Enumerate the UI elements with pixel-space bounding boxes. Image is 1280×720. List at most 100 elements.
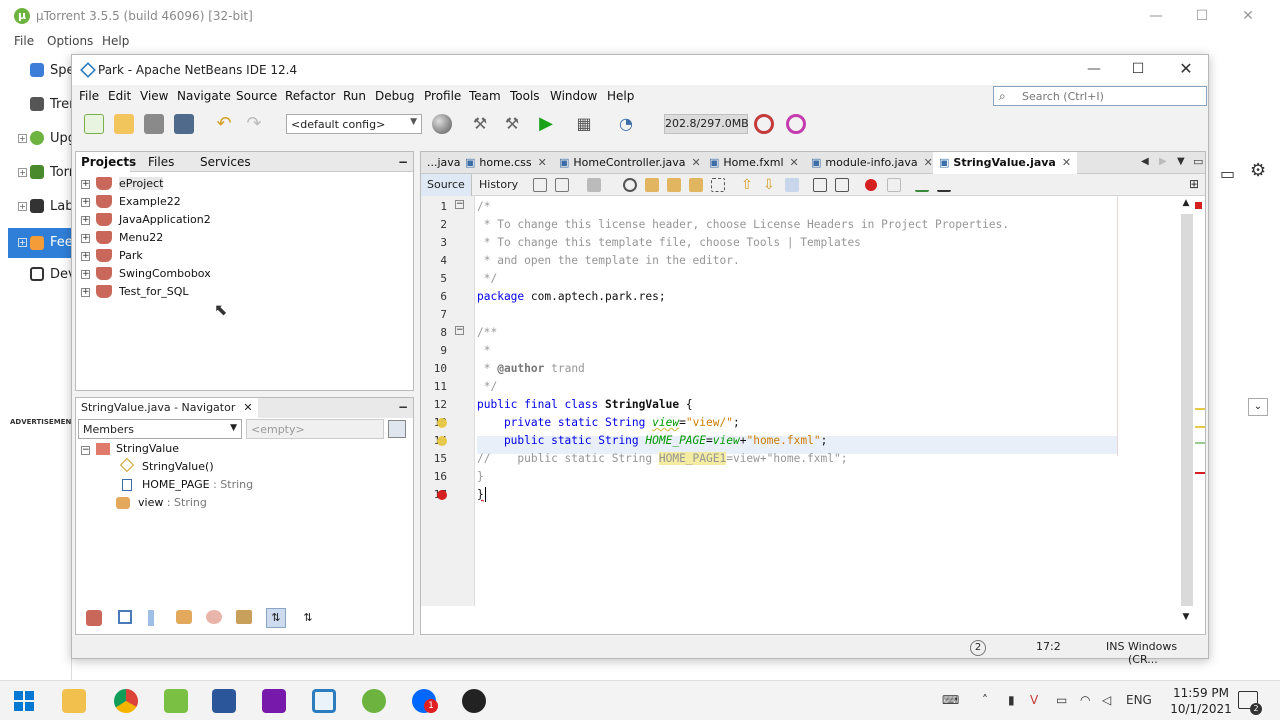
find-previous-icon[interactable] [645, 178, 659, 192]
forward-icon[interactable] [587, 178, 601, 192]
navigator-options-icon[interactable] [388, 420, 406, 438]
warning-hint-icon[interactable] [437, 436, 447, 446]
expand-icon[interactable]: + [81, 252, 90, 261]
sort-alpha-icon[interactable]: ⇅ [266, 608, 286, 628]
app-icon[interactable] [164, 689, 188, 713]
tab-module-info[interactable]: ▣ module-info.java ✕ [811, 152, 933, 174]
expand-icon[interactable]: + [81, 288, 90, 297]
debug-icon[interactable]: ▦ [574, 114, 594, 134]
fold-icon[interactable]: − [455, 200, 464, 209]
navigator-filter-select[interactable]: Members ▼ [78, 419, 242, 439]
clock[interactable]: 11:59 PM 10/1/2021 [1166, 685, 1236, 717]
expand-icon[interactable]: + [18, 238, 27, 247]
expand-icon[interactable]: + [18, 168, 27, 177]
tab-home-css[interactable]: ▣ home.css ✕ [465, 152, 547, 174]
menu-source[interactable]: Source [236, 89, 277, 103]
windows-start-icon[interactable] [14, 691, 34, 711]
utorrent-sidebar-item-feeds[interactable]: + Fee [8, 228, 73, 258]
line-ending[interactable]: Windows (CR... [1128, 640, 1208, 666]
maximize-icon[interactable]: ☐ [1126, 59, 1150, 79]
menu-profile[interactable]: Profile [424, 89, 461, 103]
toggle-highlight-icon[interactable] [711, 178, 725, 192]
utorrent-menu-options[interactable]: Options [47, 34, 93, 48]
scroll-right-icon[interactable]: ▶ [1159, 156, 1167, 167]
netbeans-taskbar-icon[interactable] [312, 689, 336, 713]
wifi-icon[interactable]: ◠ [1080, 693, 1090, 707]
volume-icon[interactable]: ◁ [1102, 693, 1111, 707]
minimize-icon[interactable]: — [1082, 59, 1106, 79]
close-icon[interactable]: ✕ [790, 156, 799, 169]
browser-icon[interactable] [432, 114, 452, 134]
comment-icon[interactable] [915, 178, 929, 192]
close-icon[interactable]: ✕ [538, 156, 547, 169]
sort-source-icon[interactable]: ⇅ [298, 608, 318, 628]
change-mark[interactable] [1195, 442, 1205, 444]
split-icon[interactable]: ⊞ [1189, 177, 1199, 191]
utorrent-menu-file[interactable]: File [14, 34, 34, 48]
find-selection-icon[interactable] [689, 178, 703, 192]
gc-icon[interactable] [754, 114, 774, 134]
menu-refactor[interactable]: Refactor [285, 89, 335, 103]
menu-window[interactable]: Window [550, 89, 597, 103]
toggle-bookmark-icon[interactable] [785, 178, 799, 192]
navigator-root[interactable]: − StringValue [81, 442, 179, 460]
utorrent-sidebar-item[interactable]: Dev [8, 264, 76, 286]
redo-icon[interactable]: ↷ [244, 114, 264, 134]
close-icon[interactable]: ✕ [1062, 156, 1071, 169]
utorrent-sidebar-item[interactable]: + Torr [8, 162, 74, 184]
find-next-icon[interactable] [667, 178, 681, 192]
close-icon[interactable]: ✕ [1174, 59, 1198, 79]
tab-files[interactable]: Files [148, 152, 174, 172]
menu-navigate[interactable]: Navigate [177, 89, 231, 103]
utorrent-sidebar-item[interactable]: Spe [8, 60, 75, 82]
editor-vertical-scrollbar[interactable]: ▲ ▼ [1179, 196, 1195, 622]
tab-home-fxml[interactable]: ▣ Home.fxml ✕ [709, 152, 799, 174]
menu-debug[interactable]: Debug [375, 89, 414, 103]
obs-icon[interactable] [462, 689, 486, 713]
previous-bookmark-icon[interactable]: ⇧ [741, 178, 755, 192]
expand-icon[interactable]: + [81, 198, 90, 207]
navigator-member[interactable]: StringValue() [119, 457, 214, 478]
new-file-icon[interactable] [84, 114, 104, 134]
utorrent-taskbar-icon[interactable] [362, 689, 386, 713]
close-icon[interactable]: ✕ [1236, 6, 1260, 26]
clean-build-icon[interactable]: ⚒ [502, 114, 522, 134]
keyboard-icon[interactable]: ⌨ [942, 693, 959, 707]
maximize-icon[interactable]: ☐ [1190, 6, 1214, 26]
tab-source[interactable]: Source [421, 174, 472, 196]
battery-icon[interactable]: ▭ [1056, 693, 1067, 707]
chrome-icon[interactable] [114, 689, 138, 713]
tab-stringvalue-java[interactable]: ▣ StringValue.java ✕ [933, 152, 1078, 174]
last-edit-icon[interactable] [533, 178, 547, 192]
uncomment-icon[interactable] [937, 178, 951, 192]
scrollbar-thumb[interactable] [1181, 214, 1193, 606]
tab-list-icon[interactable]: ▼ [1177, 156, 1185, 167]
menu-team[interactable]: Team [469, 89, 501, 103]
search-input[interactable]: ⌕ Search (Ctrl+I) [993, 86, 1207, 106]
navigator-member[interactable]: HOME_PAGE : String [122, 478, 253, 496]
utorrent-menu-help[interactable]: Help [102, 34, 129, 48]
new-project-icon[interactable] [114, 114, 134, 134]
word-icon[interactable] [212, 689, 236, 713]
expand-icon[interactable]: + [81, 216, 90, 225]
navigator-filter2-select[interactable]: <empty> [246, 419, 384, 439]
open-project-icon[interactable] [144, 114, 164, 134]
profile-icon[interactable]: ◔ [616, 114, 636, 134]
close-icon[interactable]: ✕ [243, 401, 252, 414]
save-all-icon[interactable] [174, 114, 194, 134]
find-icon[interactable] [623, 178, 637, 192]
navigator-member[interactable]: view : String [116, 496, 207, 514]
antivirus-icon[interactable]: V [1030, 693, 1038, 707]
minimize-panel-icon[interactable]: − [398, 152, 408, 172]
expand-icon[interactable]: + [81, 180, 90, 189]
close-icon[interactable]: ✕ [692, 156, 701, 169]
code-area[interactable]: /* * To change this license header, choo… [477, 196, 1167, 606]
utorrent-sidebar-item[interactable]: Trer [8, 94, 74, 116]
gear-icon[interactable]: ⚙ [1250, 160, 1266, 181]
tab-history[interactable]: History [473, 174, 524, 196]
chevron-up-icon[interactable]: ˄ [982, 693, 988, 707]
notifications-icon[interactable]: 2 [970, 640, 986, 656]
monitor-icon[interactable]: ▭ [1220, 164, 1235, 183]
chevron-down-icon[interactable]: ⌄ [1248, 398, 1268, 416]
config-select[interactable]: <default config> ▼ [286, 114, 422, 134]
